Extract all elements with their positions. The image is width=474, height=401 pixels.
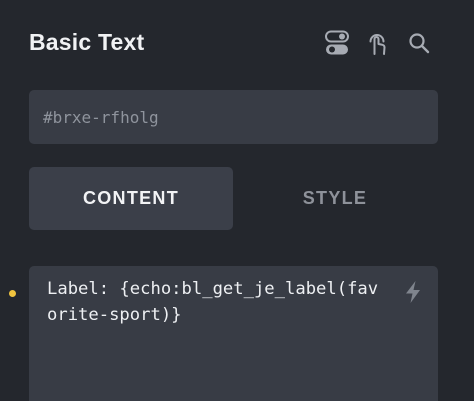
tab-content[interactable]: CONTENT (29, 167, 233, 230)
toggle-icon[interactable] (324, 30, 350, 56)
search-icon[interactable] (406, 30, 432, 56)
modified-indicator (9, 290, 16, 297)
bolt-icon[interactable] (402, 280, 424, 304)
text-control: Label: {echo:bl_get_je_label(favorite-sp… (29, 266, 438, 401)
panel-title: Basic Text (29, 29, 145, 55)
touch-icon[interactable] (364, 30, 390, 56)
panel-tabs: CONTENT STYLE (29, 167, 438, 230)
element-id-field[interactable] (29, 90, 438, 144)
panel-header: Basic Text (0, 0, 474, 88)
text-editor[interactable]: Label: {echo:bl_get_je_label(favorite-sp… (29, 266, 438, 401)
tab-style[interactable]: STYLE (233, 167, 437, 230)
